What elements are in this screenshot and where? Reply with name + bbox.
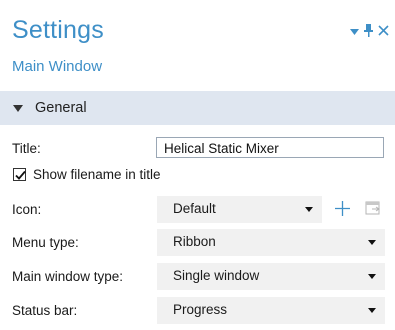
icon-row: Icon: Default [0,196,395,224]
main-window-type-row: Main window type: Single window [0,263,395,291]
show-filename-checkbox[interactable] [13,168,26,181]
chevron-down-icon [368,240,376,245]
icon-label: Icon: [12,202,42,217]
checkmark-icon [15,170,26,180]
section-header-general[interactable]: General [0,91,395,125]
chevron-down-icon [305,207,313,212]
show-filename-label: Show filename in title [33,167,161,182]
status-bar-select[interactable]: Progress [157,297,385,324]
icon-select-value: Default [173,201,216,216]
add-icon-button[interactable] [332,197,352,219]
chevron-down-icon [368,274,376,279]
collapse-triangle-icon [13,104,23,112]
section-label: General [35,100,87,116]
menu-type-value: Ribbon [173,234,216,249]
page-subtitle: Main Window [12,58,103,75]
status-bar-label: Status bar: [12,303,78,318]
main-window-type-value: Single window [173,268,260,283]
window-import-icon [365,201,380,214]
icon-select[interactable]: Default [157,196,322,223]
menu-type-label: Menu type: [12,235,79,250]
window-controls [350,24,389,39]
title-row: Title: [0,135,395,163]
settings-panel: Settings Main Window General Title: Heli… [0,0,395,330]
import-icon-button[interactable] [363,197,383,219]
pin-icon[interactable] [364,24,373,39]
chevron-down-icon [368,308,376,313]
title-label: Title: [12,141,41,156]
main-window-type-select[interactable]: Single window [157,263,385,290]
menu-type-select[interactable]: Ribbon [157,229,385,256]
plus-icon [334,200,350,216]
close-icon[interactable] [378,25,389,38]
triangle-down-icon[interactable] [350,25,359,38]
page-title: Settings [12,16,104,44]
menu-type-row: Menu type: Ribbon [0,229,395,257]
status-bar-row: Status bar: Progress [0,297,395,325]
title-input[interactable] [156,137,384,158]
main-window-type-label: Main window type: [12,269,124,284]
status-bar-value: Progress [173,302,228,317]
show-filename-row: Show filename in title [0,164,395,192]
